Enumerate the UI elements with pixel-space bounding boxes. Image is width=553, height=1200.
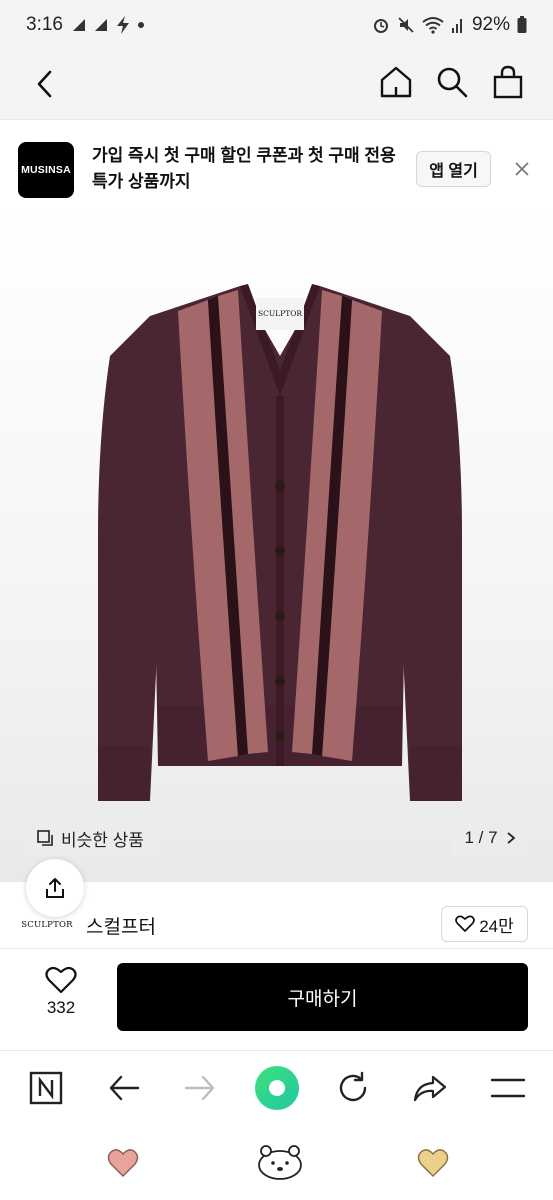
naver-home-button[interactable] (24, 1066, 68, 1110)
share-arrow-icon (413, 1075, 447, 1102)
musinsa-logo: MUSINSA (18, 142, 74, 198)
pager-text: 1 / 7 (464, 828, 498, 847)
battery-percent: 92% (471, 14, 510, 35)
wifi-icon (422, 17, 444, 34)
similar-products-label: 비슷한 상품 (61, 830, 144, 850)
buy-button[interactable]: 구매하기 (117, 963, 528, 1031)
green-dot-icon (255, 1066, 299, 1110)
cart-button[interactable] (491, 64, 525, 100)
back-button[interactable] (28, 66, 60, 102)
home-icon (380, 66, 412, 98)
search-icon (437, 67, 468, 98)
green-dot-button[interactable] (253, 1064, 301, 1112)
forward-arrow-icon (184, 1075, 215, 1101)
brand-name[interactable]: 스컬프터 (86, 912, 156, 939)
refresh-button[interactable] (331, 1066, 375, 1110)
dot-icon (137, 22, 144, 28)
brand-like-count: 24만 (479, 916, 514, 936)
heart-outline-icon (455, 915, 476, 932)
pink-heart-button[interactable] (107, 1148, 139, 1178)
naver-n-icon (29, 1071, 63, 1105)
heart-outline-icon (45, 966, 77, 994)
brand-like-button[interactable]: 24만 (441, 906, 528, 942)
shopping-bag-icon (493, 65, 523, 99)
status-time: 3:16 (26, 14, 63, 35)
notification-app-icon (94, 19, 107, 31)
nav-actions (379, 64, 525, 100)
yellow-heart-button[interactable] (417, 1148, 449, 1178)
mute-icon (398, 17, 414, 33)
search-button[interactable] (435, 64, 469, 100)
open-app-button[interactable]: 앱 열기 (416, 151, 491, 187)
browser-back-button[interactable] (102, 1066, 146, 1110)
app-promo-banner: MUSINSA 가입 즉시 첫 구매 할인 쿠폰과 첫 구매 전용 특가 상품까… (0, 121, 553, 206)
wishlist-count: 332 (46, 998, 76, 1017)
status-notification-icons (71, 15, 145, 35)
menu-button[interactable] (486, 1066, 530, 1110)
menu-icon (491, 1078, 525, 1098)
copy-squares-icon (37, 830, 53, 846)
wishlist-button[interactable]: 332 (28, 966, 94, 1026)
similar-products-button[interactable]: 비슷한 상품 (24, 820, 162, 856)
status-right: 92% (372, 14, 527, 36)
refresh-icon (339, 1071, 367, 1102)
bear-face-button[interactable] (256, 1141, 304, 1181)
browser-share-button[interactable] (408, 1066, 452, 1110)
chevron-left-icon (37, 70, 52, 98)
lightning-icon (116, 16, 129, 34)
product-label-text: SCULPTOR (258, 309, 302, 318)
browser-forward-button[interactable] (178, 1066, 222, 1110)
notification-app-icon (72, 19, 85, 31)
banner-close-button[interactable] (510, 157, 534, 181)
share-upload-icon (46, 878, 64, 898)
product-image-carousel[interactable]: SCULPTOR (0, 206, 553, 882)
image-pager[interactable]: 1 / 7 (451, 820, 529, 856)
bear-face-icon (258, 1145, 302, 1180)
share-button[interactable] (26, 859, 84, 917)
status-bar: 3:16 92% (0, 0, 553, 50)
battery-icon (517, 16, 527, 33)
product-image: SCULPTOR (98, 284, 462, 801)
signal-icon (451, 19, 462, 33)
pink-heart-icon (107, 1149, 139, 1177)
top-nav (0, 50, 553, 120)
promo-message: 가입 즉시 첫 구매 할인 쿠폰과 첫 구매 전용 특가 상품까지 (92, 146, 396, 191)
close-icon (515, 162, 529, 176)
chevron-right-icon (506, 832, 515, 844)
back-arrow-icon (109, 1075, 140, 1101)
yellow-heart-icon (417, 1149, 449, 1177)
alarm-icon (373, 19, 388, 33)
home-button[interactable] (379, 64, 413, 100)
